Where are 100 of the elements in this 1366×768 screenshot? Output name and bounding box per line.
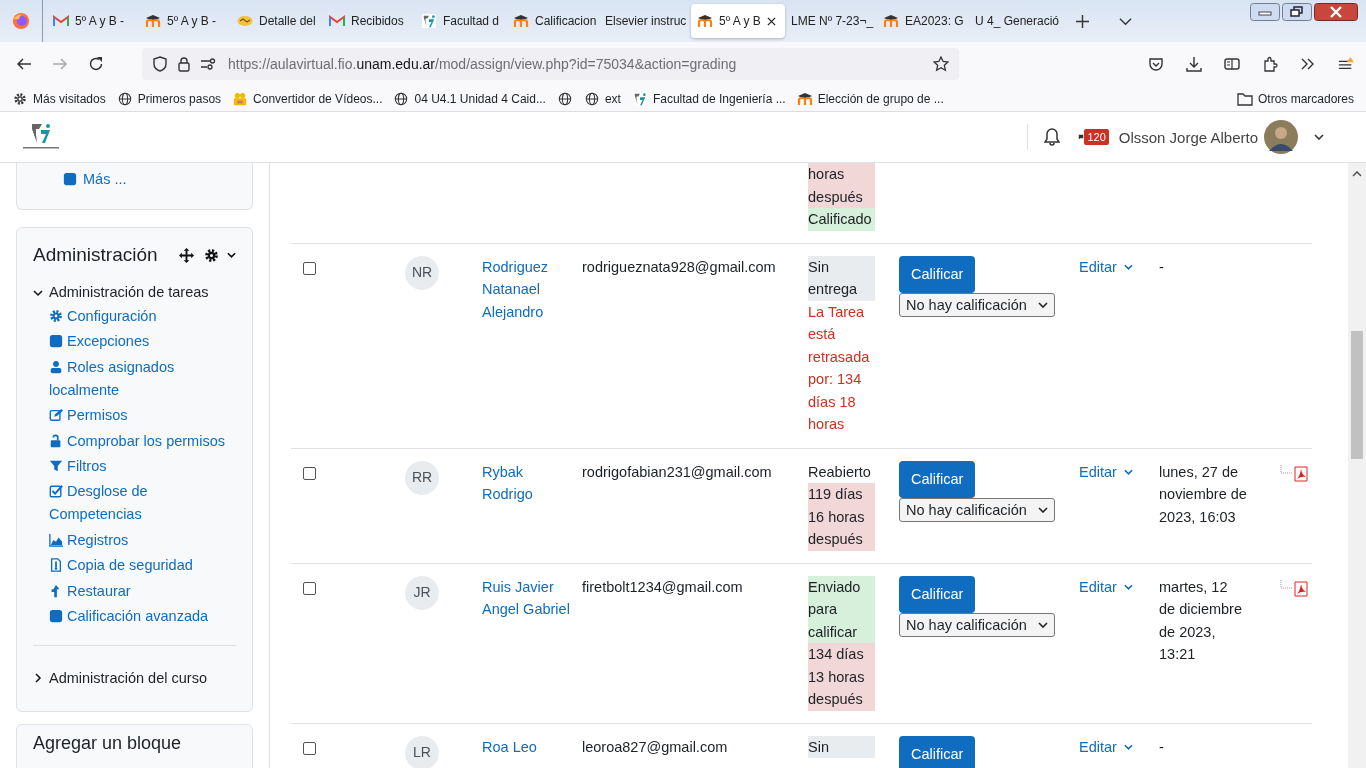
puzzle-icon[interactable] (1262, 56, 1278, 72)
bookmark[interactable]: ext (583, 91, 621, 106)
folder-icon (1236, 91, 1253, 106)
checkbox[interactable] (303, 581, 316, 595)
chart-icon (49, 532, 63, 547)
edit-menu-link[interactable]: Editar (1079, 255, 1133, 278)
close-icon[interactable] (766, 16, 776, 26)
bookmark[interactable]: Elección de grupo de ... (796, 91, 944, 106)
caret-icon[interactable] (1314, 134, 1324, 140)
mail-icon (329, 14, 345, 28)
pdf-file-icon[interactable] (1280, 579, 1310, 598)
faculty-logo[interactable] (22, 122, 62, 152)
browser-tab[interactable]: 5º A y B - (139, 4, 231, 38)
admin-link[interactable]: Roles asignados localmente (33, 355, 236, 402)
caret-icon (1123, 743, 1133, 750)
admin-link[interactable]: Excepciones (33, 330, 236, 354)
scrollbar-thumb[interactable] (1351, 331, 1363, 459)
admin-link[interactable]: Registros (33, 528, 236, 552)
tab-title: Recibidos (351, 14, 404, 28)
student-name-link[interactable]: Rodriguez Natanael Alejandro (482, 255, 570, 323)
browser-tab[interactable]: Facultad d (415, 4, 507, 38)
scroll-up-icon[interactable] (1352, 171, 1362, 177)
move-icon[interactable] (179, 247, 194, 263)
user-name[interactable]: Olsson Jorge Alberto (1118, 128, 1258, 146)
tree-node[interactable]: Administración del curso (33, 665, 236, 691)
bookmark[interactable]: Facultad de Ingeniería ... (631, 91, 786, 106)
browser-tab[interactable]: Detalle del (231, 4, 323, 38)
gear-icon (49, 309, 63, 323)
bookmark[interactable]: Primeros pasos (116, 91, 222, 106)
bell-icon[interactable] (1044, 128, 1061, 146)
browser-tab[interactable]: 5º A y B (691, 4, 785, 38)
restore-icon[interactable] (1282, 3, 1312, 21)
checkbox[interactable] (303, 261, 316, 275)
reader-view-icon[interactable] (1224, 56, 1240, 72)
bookmark[interactable]: 04 U4.1 Unidad 4 Caid... (393, 91, 546, 106)
admin-link[interactable]: Configuración (33, 305, 236, 328)
grade-select[interactable]: No hay calificación (899, 292, 1055, 317)
faculty-logo-icon (421, 14, 437, 28)
checkbox[interactable] (303, 741, 316, 755)
more-link[interactable]: Más ... (63, 169, 236, 189)
grade-button[interactable]: Calificar (899, 255, 976, 293)
date-text: lunes, 27 de noviembre de 2023, 16:03 (1159, 462, 1247, 527)
admin-link[interactable]: Calificación avanzada (33, 604, 236, 628)
edit-menu-link[interactable]: Editar (1079, 735, 1133, 758)
tab-title: U 4_ Generació (975, 14, 1060, 28)
admin-link[interactable]: Desglose de Competencias (33, 480, 236, 527)
browser-tab[interactable]: LME Nº 7-23¬_ (785, 4, 877, 38)
user-avatar[interactable] (1264, 120, 1298, 154)
address-bar[interactable]: https://aulavirtual.fio.unam.edu.ar/mod/assign/view.php?id=75034&action=grading (142, 48, 959, 80)
admin-link[interactable]: Filtros (33, 454, 236, 478)
student-name-link[interactable]: Rybak Rodrigo (482, 460, 570, 506)
tree-node[interactable]: Administración de tareas (33, 280, 236, 305)
checkbox[interactable] (303, 466, 316, 480)
lock-icon[interactable] (176, 56, 192, 72)
admin-link[interactable]: Restaurar (33, 579, 236, 603)
shield-icon[interactable] (152, 56, 168, 72)
bookmark[interactable] (556, 91, 573, 106)
mail-icon (53, 14, 69, 28)
menu-icon[interactable] (1338, 56, 1354, 72)
caret-icon[interactable] (227, 252, 236, 258)
reload-icon[interactable] (88, 56, 104, 72)
caret-icon (1123, 468, 1133, 475)
overflow-icon[interactable] (1300, 56, 1316, 72)
checkbox-icon (49, 484, 63, 499)
grade-button[interactable]: Calificar (899, 575, 976, 613)
student-name-link[interactable]: Roa Leo (482, 735, 570, 758)
admin-link[interactable]: Permisos (33, 404, 236, 428)
admin-link[interactable]: Comprobar los permisos (33, 429, 236, 453)
browser-tab[interactable]: Recibidos (323, 4, 415, 38)
edit-menu-link[interactable]: Editar (1079, 460, 1133, 483)
new-tab-icon[interactable] (1076, 14, 1089, 28)
bookmark-folder[interactable]: Otros marcadores (1236, 91, 1354, 106)
edit-menu-link[interactable]: Editar (1079, 575, 1133, 598)
star-icon[interactable] (933, 56, 949, 72)
browser-tab[interactable]: 5º A y B - (47, 4, 139, 38)
browser-logo-icon[interactable] (12, 12, 30, 30)
mortarboard-icon (513, 14, 529, 28)
back-icon[interactable] (16, 56, 32, 72)
grade-select[interactable]: No hay calificación (899, 612, 1055, 637)
url-text[interactable]: https://aulavirtual.fio.unam.edu.ar/mod/assign/view.php?id=75034&action=grading (228, 56, 737, 72)
close-icon[interactable] (1314, 3, 1358, 21)
caret-icon (1038, 621, 1048, 628)
bookmark[interactable]: Convertidor de Vídeos... (232, 91, 383, 106)
permissions-icon[interactable] (200, 56, 216, 72)
browser-tab[interactable]: Elsevier instruc (599, 4, 691, 38)
pocket-icon[interactable] (1148, 56, 1164, 72)
bookmark[interactable]: Más visitados (12, 91, 106, 106)
browser-tab[interactable]: EA2023: G (877, 4, 969, 38)
grade-button[interactable]: Calificar (899, 735, 976, 768)
student-name-link[interactable]: Ruis Javier Angel Gabriel (482, 575, 570, 621)
user-initials: JR (405, 575, 439, 610)
date-text: - (1159, 737, 1165, 757)
gear-icon[interactable] (204, 247, 219, 263)
pdf-file-icon[interactable] (1280, 464, 1310, 483)
download-icon[interactable] (1186, 56, 1202, 72)
browser-tab[interactable]: Calificacion (507, 4, 599, 38)
grade-select[interactable]: No hay calificación (899, 497, 1055, 522)
grade-button[interactable]: Calificar (899, 460, 976, 498)
admin-link[interactable]: Copia de seguridad (33, 554, 236, 578)
browser-tab[interactable]: U 4_ Generació (969, 4, 1061, 38)
